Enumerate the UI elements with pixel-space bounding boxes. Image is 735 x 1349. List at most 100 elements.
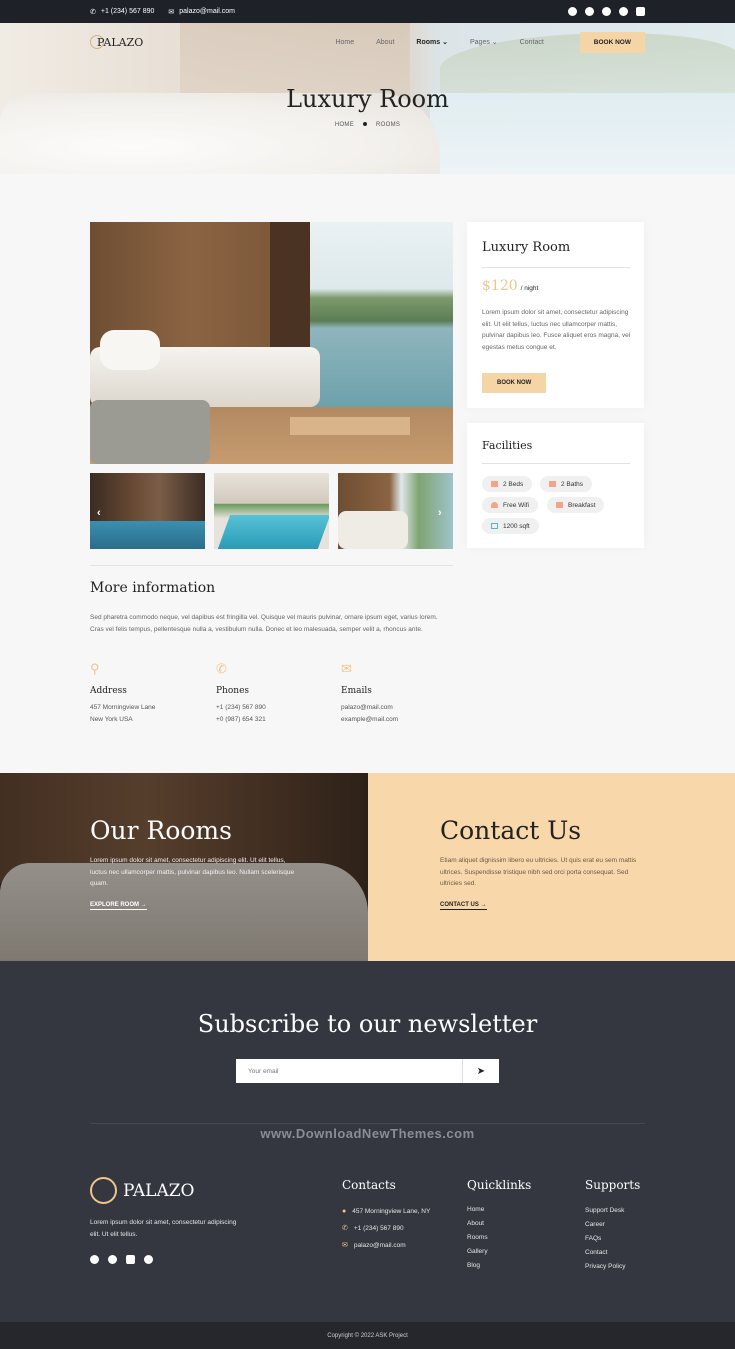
nav-logo-text: PALAZO [97, 35, 144, 49]
hero-banner: PALAZO Home About Rooms ⌄ Pages ⌄ Contac… [0, 23, 735, 174]
chevron-right-icon[interactable]: › [438, 507, 442, 519]
room-price-value: $120 [482, 278, 518, 294]
page-title: Luxury Room [286, 85, 449, 113]
topbar-email-text: palazo@mail.com [179, 8, 236, 15]
chevron-down-icon: ⌄ [442, 39, 448, 46]
gallery-thumb-1[interactable] [90, 473, 205, 549]
instagram-icon[interactable] [144, 1255, 153, 1264]
breakfast-icon [556, 502, 563, 508]
facilities-card: Facilities 2 Beds 2 Baths Free Wifi Brea… [467, 423, 644, 548]
facility-label: 2 Beds [503, 480, 524, 488]
phone-line-1[interactable]: +1 (234) 567 890 [216, 702, 266, 714]
breadcrumb-home[interactable]: HOME [335, 122, 354, 128]
facebook-icon[interactable] [90, 1255, 99, 1264]
footer-contacts-title: Contacts [342, 1178, 396, 1192]
more-info-text: Sed pharetra commodo neque, vel dapibus … [90, 614, 438, 633]
nav-item-home[interactable]: Home [335, 39, 354, 46]
instagram-icon[interactable] [619, 7, 628, 16]
footer-link-gallery[interactable]: Gallery [467, 1244, 488, 1258]
nav-logo[interactable]: PALAZO [90, 35, 143, 49]
phone-icon: ✆ [90, 8, 96, 16]
divider [90, 1123, 645, 1124]
email-line-1[interactable]: palazo@mail.com [341, 702, 398, 714]
footer-link-about[interactable]: About [467, 1216, 488, 1230]
topbar-email[interactable]: ✉ palazo@mail.com [168, 8, 235, 16]
phone-lines: +1 (234) 567 890 +0 (987) 654 321 [216, 702, 266, 725]
phone-icon: ✆ [342, 1225, 348, 1232]
nav-item-pages-label: Pages [469, 39, 490, 46]
nav-item-about[interactable]: About [376, 39, 394, 46]
email-line-2[interactable]: example@mail.com [341, 714, 398, 726]
footer-contact-phone-text: +1 (234) 567 890 [353, 1225, 404, 1232]
copyright-bar: Copyright © 2022 ASK Project [0, 1322, 735, 1349]
nav-item-pages[interactable]: Pages ⌄ [470, 38, 498, 46]
breadcrumb: HOME ROOMS [0, 122, 735, 128]
contact-promo-title: Contact Us [440, 816, 582, 845]
twitter-icon[interactable] [585, 7, 594, 16]
room-main-image [90, 222, 453, 464]
nav-item-rooms[interactable]: Rooms ⌄ [416, 38, 448, 46]
facebook-icon[interactable] [568, 7, 577, 16]
explore-room-label: EXPLORE ROOM [90, 902, 140, 908]
youtube-icon[interactable] [126, 1255, 135, 1264]
nav-item-rooms-label: Rooms [416, 39, 441, 46]
phones-heading: Phones [216, 686, 250, 696]
gallery-thumb-2[interactable] [214, 473, 329, 549]
topbar-phone[interactable]: ✆ +1 (234) 567 890 [90, 8, 154, 16]
room-table [290, 417, 410, 435]
newsletter-email-input[interactable] [236, 1067, 462, 1075]
area-icon [491, 523, 498, 529]
footer-link-home[interactable]: Home [467, 1202, 488, 1216]
gallery-thumb-3[interactable] [338, 473, 453, 549]
footer-link-blog[interactable]: Blog [467, 1258, 488, 1272]
contact-us-link[interactable]: CONTACT US → [440, 902, 487, 910]
thumb-pool [90, 521, 205, 549]
nav-item-contact[interactable]: Contact [520, 39, 544, 46]
bed-icon [491, 481, 498, 487]
footer-contact-email-text: palazo@mail.com [353, 1242, 406, 1249]
chevron-left-icon[interactable]: ‹ [97, 507, 101, 519]
bath-icon [549, 481, 556, 487]
main-nav: PALAZO Home About Rooms ⌄ Pages ⌄ Contac… [0, 23, 735, 61]
book-now-button[interactable]: BOOK NOW [579, 31, 645, 53]
footer-logo-text: PALAZO [123, 1180, 195, 1201]
footer-contact-phone[interactable]: ✆ +1 (234) 567 890 [342, 1220, 430, 1237]
rooms-promo-title: Our Rooms [90, 816, 232, 845]
room-price-unit: / night [520, 285, 539, 292]
facility-label: Breakfast [568, 501, 596, 509]
newsletter-form: ➤ [236, 1059, 499, 1083]
footer-link-faqs[interactable]: FAQs [585, 1231, 625, 1245]
send-icon[interactable]: ➤ [462, 1059, 499, 1083]
facility-baths: 2 Baths [540, 476, 593, 492]
topbar-socials [568, 7, 645, 16]
breadcrumb-separator [363, 122, 368, 127]
footer-link-rooms[interactable]: Rooms [467, 1230, 488, 1244]
footer-socials [90, 1255, 153, 1264]
envelope-icon: ✉ [341, 661, 352, 676]
footer-link-support-desk[interactable]: Support Desk [585, 1203, 625, 1217]
footer-link-career[interactable]: Career [585, 1217, 625, 1231]
address-line-2: New York USA [90, 715, 133, 723]
email-lines: palazo@mail.com example@mail.com [341, 702, 398, 725]
room-card-title: Luxury Room [482, 240, 571, 255]
chevron-down-icon: ⌄ [491, 39, 498, 46]
divider [482, 463, 630, 464]
footer-logo[interactable]: PALAZO [90, 1177, 194, 1204]
top-bar: ✆ +1 (234) 567 890 ✉ palazo@mail.com [0, 0, 735, 23]
youtube-icon[interactable] [602, 7, 611, 16]
phone-line-2[interactable]: +0 (987) 654 321 [216, 714, 266, 726]
explore-room-link[interactable]: EXPLORE ROOM → [90, 902, 147, 910]
thumb-bed [338, 511, 408, 549]
envelope-icon: ✉ [342, 1242, 348, 1249]
more-info-title: More information [90, 580, 216, 596]
footer-link-privacy[interactable]: Privacy Policy [585, 1259, 625, 1273]
room-chair [90, 400, 210, 464]
facility-beds: 2 Beds [482, 476, 533, 492]
footer-contact-email[interactable]: ✉ palazo@mail.com [342, 1237, 430, 1254]
linkedin-icon[interactable] [636, 7, 645, 16]
footer-link-contact[interactable]: Contact [585, 1245, 625, 1259]
facility-breakfast: Breakfast [547, 497, 605, 513]
facility-label: 1200 sqft [503, 522, 530, 530]
twitter-icon[interactable] [108, 1255, 117, 1264]
room-book-button[interactable]: BOOK NOW [482, 373, 547, 393]
